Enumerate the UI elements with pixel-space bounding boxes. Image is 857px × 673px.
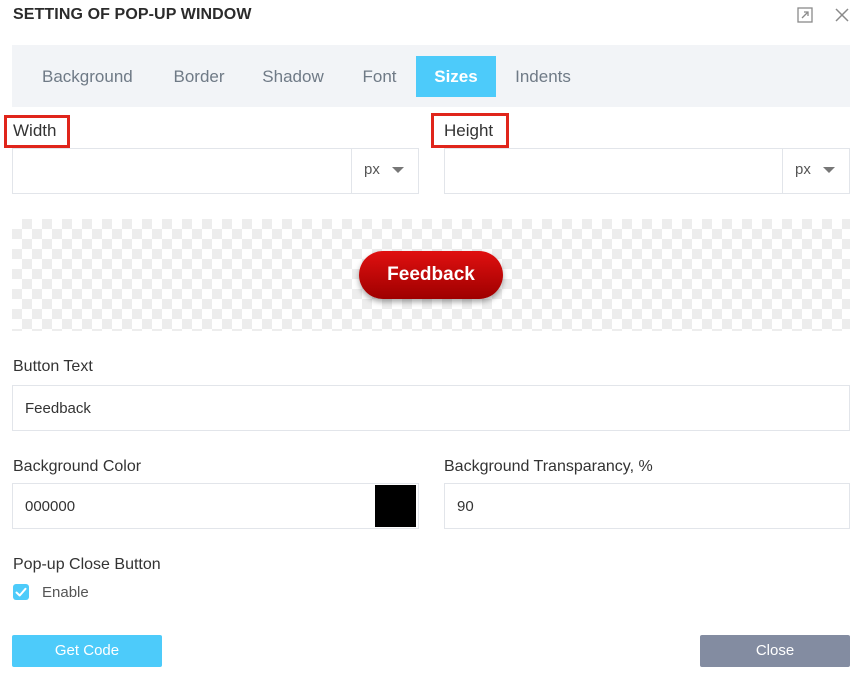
width-unit-value: px [364,161,380,178]
tab-indents[interactable]: Indents [504,56,582,97]
enable-checkbox[interactable] [13,584,29,600]
tab-sizes[interactable]: Sizes [416,56,496,97]
tab-border[interactable]: Border [160,56,238,97]
close-button[interactable]: Close [700,635,850,667]
background-transparency-label: Background Transparancy, % [444,458,653,475]
tab-background[interactable]: Background [28,56,178,97]
width-unit-select[interactable]: px [351,148,419,194]
background-color-label: Background Color [13,458,142,475]
button-text-label: Button Text [13,358,93,375]
button-text-input[interactable] [12,385,850,431]
height-unit-select[interactable]: px [782,148,850,194]
height-unit-value: px [795,161,811,178]
height-field: px [444,148,850,194]
tab-shadow[interactable]: Shadow [252,56,334,97]
color-swatch[interactable] [375,485,416,527]
tab-bar: Background Border Shadow Font Sizes Inde… [12,45,850,107]
tab-font[interactable]: Font [352,56,407,97]
background-color-input[interactable] [12,483,419,529]
height-label: Height [444,121,494,140]
background-transparency-input[interactable] [444,483,850,529]
chevron-down-icon [823,167,835,173]
dialog-title: SETTING OF POP-UP WINDOW [13,6,252,23]
close-button-label: Pop-up Close Button [13,556,161,573]
enable-label[interactable]: Enable [42,584,89,601]
close-icon[interactable] [833,6,851,24]
width-field: px [12,148,419,194]
width-label: Width [13,121,57,140]
expand-icon[interactable] [796,6,814,24]
feedback-preview-button[interactable]: Feedback [359,251,503,299]
check-icon [15,587,27,597]
get-code-button[interactable]: Get Code [12,635,162,667]
chevron-down-icon [392,167,404,173]
